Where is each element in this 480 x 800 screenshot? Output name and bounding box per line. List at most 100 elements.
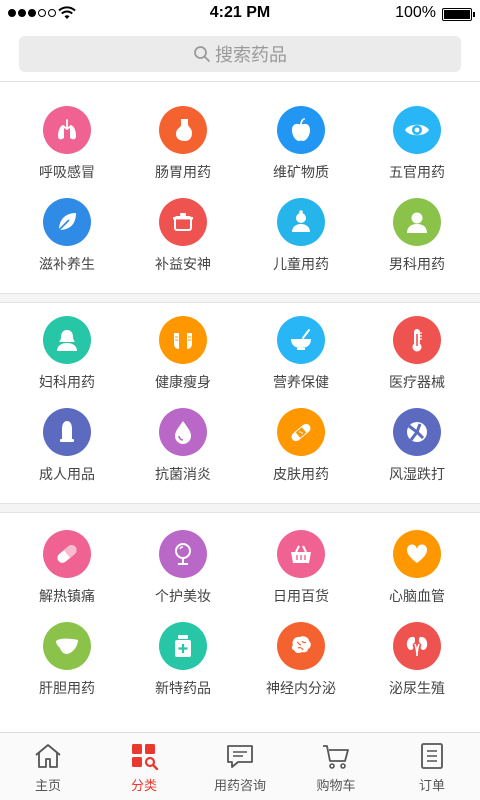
category-item[interactable]: 补益安神 (123, 198, 243, 274)
bowl-icon (277, 316, 325, 364)
order-icon (421, 743, 443, 769)
home-icon (35, 744, 61, 768)
pot-icon (159, 198, 207, 246)
search-bar: 搜索药品 (0, 28, 480, 82)
lungs-icon (43, 106, 91, 154)
category-item[interactable]: 神经内分泌 (241, 622, 361, 698)
category-item[interactable]: 解热镇痛 (7, 530, 127, 606)
tab-label: 用药咨询 (213, 779, 266, 794)
category-item[interactable]: 心脑血管 (357, 530, 477, 606)
category-item[interactable]: 男科用药 (357, 198, 477, 274)
condom-icon (43, 408, 91, 456)
category-label: 个护美妆 (155, 589, 211, 605)
thermometer-icon (393, 316, 441, 364)
category-icon (132, 744, 159, 770)
category-item[interactable]: 营养保健 (241, 316, 361, 392)
tab-label: 主页 (34, 779, 61, 794)
brain-icon (277, 622, 325, 670)
basket-icon (277, 530, 325, 578)
tab-consult[interactable]: 用药咨询 (192, 733, 288, 800)
section-divider (0, 503, 480, 513)
category-item[interactable]: 滋补养生 (7, 198, 127, 274)
category-label: 抗菌消炎 (155, 467, 211, 483)
female-icon (43, 316, 91, 364)
category-item[interactable]: 儿童用药 (241, 198, 361, 274)
category-label: 妇科用药 (39, 375, 95, 391)
category-item[interactable]: 风湿跌打 (357, 408, 477, 484)
category-label: 五官用药 (389, 165, 445, 181)
capsule-icon (43, 530, 91, 578)
category-item[interactable]: 医疗器械 (357, 316, 477, 392)
mirror-icon (159, 530, 207, 578)
medicine-bottle-icon (159, 622, 207, 670)
leaf-icon (43, 198, 91, 246)
joint-icon (393, 408, 441, 456)
category-item[interactable]: 个护美妆 (123, 530, 243, 606)
tab-order[interactable]: 订单 (384, 733, 480, 800)
cart-icon (323, 745, 349, 769)
stomach-icon (159, 106, 207, 154)
battery-icon (442, 8, 475, 21)
category-label: 肠胃用药 (155, 165, 211, 181)
category-label: 神经内分泌 (266, 681, 336, 697)
category-label: 医疗器械 (389, 375, 445, 391)
tab-label: 分类 (130, 779, 157, 794)
category-label: 滋补养生 (39, 257, 95, 273)
category-label: 营养保健 (273, 375, 329, 391)
category-item[interactable]: 维矿物质 (241, 106, 361, 182)
tab-label: 订单 (418, 779, 445, 794)
category-item[interactable]: 呼吸感冒 (7, 106, 127, 182)
category-item[interactable]: 泌尿生殖 (357, 622, 477, 698)
category-label: 皮肤用药 (273, 467, 329, 483)
child-icon (277, 198, 325, 246)
category-item[interactable]: 健康瘦身 (123, 316, 243, 392)
category-item[interactable]: 肝胆用药 (7, 622, 127, 698)
category-label: 维矿物质 (273, 165, 329, 181)
category-label: 心脑血管 (389, 589, 445, 605)
chat-icon (227, 745, 253, 768)
category-item[interactable]: 新特药品 (123, 622, 243, 698)
drop-icon (159, 408, 207, 456)
category-item[interactable]: 五官用药 (357, 106, 477, 182)
category-label: 肝胆用药 (39, 681, 95, 697)
search-icon (194, 46, 210, 62)
fitness-icon (159, 316, 207, 364)
male-icon (393, 198, 441, 246)
tab-home[interactable]: 主页 (0, 733, 96, 800)
tab-cart[interactable]: 购物车 (288, 733, 384, 800)
category-label: 风湿跌打 (389, 467, 445, 483)
bandage-icon (277, 408, 325, 456)
category-label: 新特药品 (155, 681, 211, 697)
category-label: 泌尿生殖 (389, 681, 445, 697)
apple-icon (277, 106, 325, 154)
category-section-3: 解热镇痛 个护美妆 日用百货 心脑血管 肝胆用药 新特药品 神经内分泌 泌尿生殖 (0, 513, 480, 718)
liver-icon (43, 622, 91, 670)
category-label: 补益安神 (155, 257, 211, 273)
category-item[interactable]: 肠胃用药 (123, 106, 243, 182)
category-item[interactable]: 日用百货 (241, 530, 361, 606)
tab-category[interactable]: 分类 (96, 733, 192, 800)
category-item[interactable]: 皮肤用药 (241, 408, 361, 484)
search-placeholder: 搜索药品 (215, 45, 287, 66)
bottom-tab-bar: 主页 分类 用药咨询 购物车 订单 (0, 732, 480, 800)
category-section-2: 妇科用药 健康瘦身 营养保健 医疗器械 成人用品 抗菌消炎 皮肤用药 风湿跌打 (0, 303, 480, 503)
category-label: 健康瘦身 (155, 375, 211, 391)
status-bar: 4:21 PM 100% (0, 0, 480, 28)
heart-icon (393, 530, 441, 578)
tab-label: 购物车 (316, 779, 356, 794)
category-label: 日用百货 (273, 589, 329, 605)
category-label: 成人用品 (39, 467, 95, 483)
category-label: 男科用药 (389, 257, 445, 273)
section-divider (0, 293, 480, 303)
category-label: 儿童用药 (273, 257, 329, 273)
eye-icon (393, 106, 441, 154)
category-section-1: 呼吸感冒 肠胃用药 维矿物质 五官用药 滋补养生 补益安神 儿童用药 男科用药 (0, 83, 480, 293)
kidney-icon (393, 622, 441, 670)
category-label: 呼吸感冒 (39, 165, 95, 181)
search-input[interactable]: 搜索药品 (19, 36, 461, 72)
category-item[interactable]: 成人用品 (7, 408, 127, 484)
category-label: 解热镇痛 (39, 589, 95, 605)
category-item[interactable]: 妇科用药 (7, 316, 127, 392)
battery-percentage: 100% (395, 4, 436, 21)
category-item[interactable]: 抗菌消炎 (123, 408, 243, 484)
